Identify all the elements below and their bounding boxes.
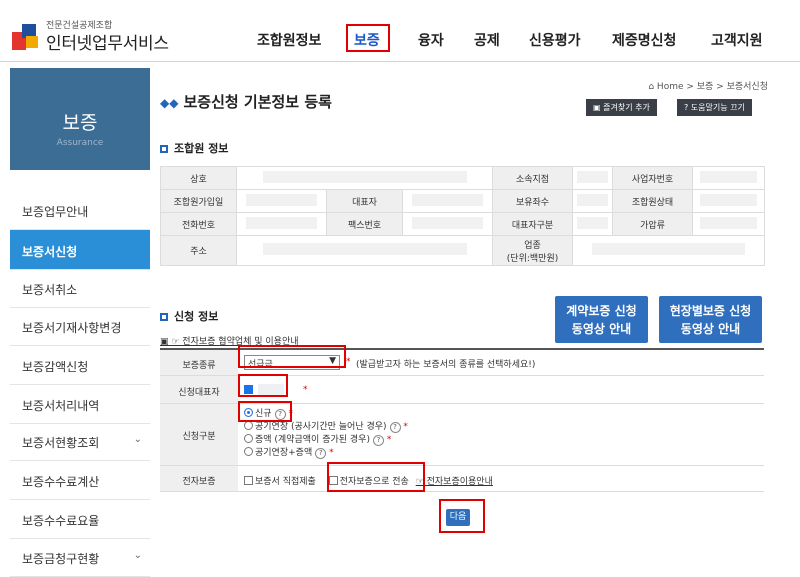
sidebar-item-fee-rate[interactable]: 보증수수료요율	[10, 499, 150, 539]
help-icon[interactable]: ?	[389, 422, 401, 433]
label-ceo-type: 대표자구분	[492, 212, 574, 236]
guarantee-type-hint: (발급받고자 하는 보증서의 종류를 선택하세요!)	[356, 360, 536, 370]
member-status-value	[700, 193, 757, 206]
nav-credit-rating[interactable]: 신용평가	[529, 30, 581, 50]
kind-highlight-box	[238, 401, 292, 422]
sidebar-item-guarantee-apply[interactable]: 보증서신청	[10, 230, 150, 270]
industry-value	[592, 243, 745, 255]
join-date-value	[245, 193, 318, 206]
member-info-table: 상호 소속지점 사업자번호 조합원가입일 대표자 보유좌수 조합원상태 전화번호…	[160, 166, 766, 266]
apply-section-title: 신청 정보	[160, 308, 218, 324]
required-mark: *	[346, 357, 351, 367]
site-guarantee-video-button[interactable]: 현장별보증 신청 동영상 안내	[659, 296, 762, 343]
shares-value	[576, 193, 609, 206]
label-application-kind: 신청구분	[160, 404, 238, 465]
label-guarantee-type: 보증종류	[160, 350, 238, 375]
nav-mutual-aid[interactable]: 공제	[474, 30, 500, 50]
direct-submit-option[interactable]: 보증서 직접제출	[244, 476, 316, 487]
square-bullet-icon	[160, 145, 168, 153]
radio-increase[interactable]	[244, 434, 253, 443]
label-fax: 팩스번호	[326, 212, 403, 236]
help-icon[interactable]: ?	[372, 435, 384, 446]
sidebar-subtitle: Assurance	[56, 138, 104, 148]
chevron-down-icon: ⌄	[133, 550, 142, 561]
member-section-title: 조합원 정보	[160, 140, 228, 156]
main-content: ⌂ Home > 보증 > 보증서신청 ◆◆ 보증신청 기본정보 등록 ▣ 즐겨찾…	[160, 62, 800, 567]
nav-member-info[interactable]: 조합원정보	[257, 30, 321, 50]
sidebar-title: 보증	[62, 112, 98, 134]
label-join-date: 조합원가입일	[160, 189, 237, 213]
label-phone: 전화번호	[160, 212, 237, 236]
branch-value	[576, 170, 609, 183]
logo-service-name: 인터넷업무서비스	[46, 34, 169, 54]
help-toggle-button[interactable]: ? 도움말기능 끄기	[677, 99, 752, 116]
bookmark-button[interactable]: ▣ 즐겨찾기 추가	[586, 99, 657, 116]
rep-highlight-box	[238, 374, 288, 397]
nav-loan[interactable]: 융자	[418, 30, 444, 50]
biz-no-value	[700, 170, 757, 183]
label-shares: 보유좌수	[492, 189, 574, 213]
radio-extension[interactable]	[244, 421, 253, 430]
chevron-down-icon: ⌄	[133, 434, 142, 445]
label-biz-no: 사업자번호	[612, 166, 694, 190]
nav-highlight-box	[346, 24, 390, 52]
page-title: ◆◆ 보증신청 기본정보 등록	[160, 93, 332, 111]
help-icon[interactable]: ?	[315, 448, 327, 459]
label-seizure: 가압류	[612, 212, 694, 236]
ceo-type-value	[576, 216, 609, 229]
question-icon: ?	[684, 103, 691, 112]
e-guarantee-info-link[interactable]: ☞ 전자보증이용안내	[416, 477, 493, 487]
label-member-status: 조합원상태	[612, 189, 694, 213]
type-highlight-box	[238, 345, 346, 368]
nav-certificates[interactable]: 제증명신청	[612, 30, 676, 50]
site-logo[interactable]: 전문건설공제조합 인터넷업무서비스	[12, 18, 212, 58]
link-bullet-icon: ▣	[160, 337, 172, 347]
sidebar-hero: 보증 Assurance	[10, 68, 150, 170]
company-value	[262, 170, 467, 183]
sidebar-item-guarantee-change[interactable]: 보증서기재사항변경	[10, 306, 150, 346]
logo-mark-icon	[12, 24, 38, 50]
label-e-guarantee: 전자보증	[160, 466, 238, 491]
diamond-icon: ◆◆	[160, 96, 179, 110]
address-value	[262, 243, 467, 255]
sidebar-item-fee-calc[interactable]: 보증수수료계산	[10, 460, 150, 500]
sidebar-item-guarantee-cancel[interactable]: 보증서취소	[10, 268, 150, 308]
label-industry: 업종 (단위:백만원)	[492, 235, 574, 266]
nav-customer-support[interactable]: 고객지원	[711, 30, 763, 50]
kind-option-new[interactable]: 신규? *	[244, 408, 764, 421]
square-bullet-icon	[160, 313, 168, 321]
sidebar-item-guarantee-status[interactable]: 보증서현황조회 ⌄	[10, 421, 150, 461]
home-icon: ⌂	[648, 82, 657, 92]
contract-guarantee-video-button[interactable]: 계약보증 신청 동영상 안내	[555, 296, 648, 343]
kind-option-extension[interactable]: 공기연장 (공사기간만 늘어난 경우)? *	[244, 421, 764, 434]
bookmark-icon: ▣	[593, 103, 604, 112]
site-header: 전문건설공제조합 인터넷업무서비스 조합원정보 보증 융자 공제 신용평가 제증…	[0, 0, 800, 62]
required-mark: *	[303, 385, 308, 395]
sidebar-item-claim-status[interactable]: 보증금청구현황 ⌄	[10, 537, 150, 577]
sidebar-item-guarantee-history[interactable]: 보증서처리내역	[10, 384, 150, 424]
e-send-highlight-box	[327, 462, 425, 492]
breadcrumb: ⌂ Home > 보증 > 보증서신청	[648, 82, 768, 92]
label-company: 상호	[160, 166, 237, 190]
label-representative: 신청대표자	[160, 376, 238, 403]
ceo-value	[411, 193, 484, 206]
kind-option-ext-increase[interactable]: 공기연장+증액? *	[244, 447, 764, 460]
direct-submit-checkbox[interactable]	[244, 476, 253, 485]
next-highlight-box	[439, 499, 485, 533]
row-e-guarantee: 전자보증 보증서 직접제출 전자보증으로 전송 ☞ 전자보증이용안내	[160, 466, 764, 492]
kind-option-increase[interactable]: 증액 (계약금액이 증가된 경우)? *	[244, 434, 764, 447]
phone-value	[245, 216, 318, 229]
seizure-value	[700, 216, 757, 229]
label-branch: 소속지점	[492, 166, 574, 190]
sidebar-item-guarantee-reduce[interactable]: 보증감액신청	[10, 345, 150, 385]
sidebar-item-guarantee-info[interactable]: 보증업무안내	[10, 190, 150, 230]
radio-ext-increase[interactable]	[244, 447, 253, 456]
fax-value	[411, 216, 484, 229]
label-address: 주소	[160, 235, 237, 266]
label-ceo: 대표자	[326, 189, 403, 213]
